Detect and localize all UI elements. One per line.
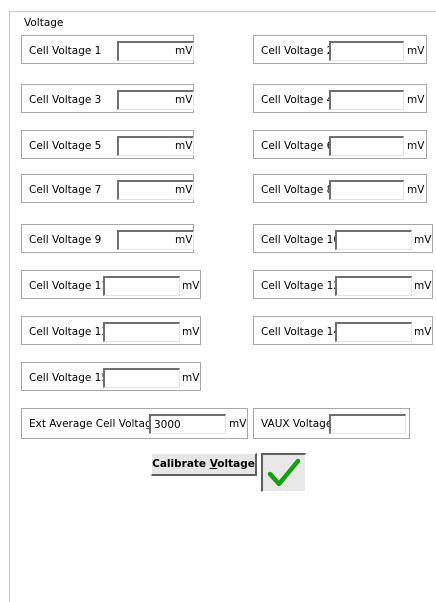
cell-voltage-13-input[interactable] bbox=[103, 322, 180, 342]
cell-voltage-6-input[interactable] bbox=[329, 136, 404, 156]
calibrate-label-after: oltage bbox=[217, 458, 255, 470]
cell-voltage-1-unit: mV bbox=[175, 45, 193, 57]
cell-voltage-7-label: Cell Voltage 7 bbox=[29, 184, 102, 196]
cell-voltage-10-input[interactable] bbox=[335, 230, 412, 250]
ext-average-cell-voltage-unit: mV bbox=[229, 418, 247, 430]
cell-voltage-11-unit: mV bbox=[182, 280, 200, 292]
cell-voltage-14-unit: mV bbox=[414, 326, 432, 338]
cell-voltage-6-field: Cell Voltage 6 mV bbox=[253, 130, 427, 159]
cell-voltage-3-unit: mV bbox=[175, 94, 193, 106]
cell-voltage-1-label: Cell Voltage 1 bbox=[29, 45, 102, 57]
calibrate-label-before: Calibrate bbox=[152, 458, 210, 470]
cell-voltage-14-input[interactable] bbox=[335, 322, 412, 342]
cell-voltage-10-unit: mV bbox=[414, 234, 432, 246]
cell-voltage-8-field: Cell Voltage 8 mV bbox=[253, 174, 427, 203]
ext-average-cell-voltage-label: Ext Average Cell Voltage bbox=[29, 418, 159, 430]
cell-voltage-15-input[interactable] bbox=[103, 368, 180, 388]
cell-voltage-8-unit: mV bbox=[407, 184, 425, 196]
cell-voltage-8-input[interactable] bbox=[329, 180, 404, 200]
cell-voltage-5-label: Cell Voltage 5 bbox=[29, 140, 102, 152]
cell-voltage-12-field: Cell Voltage 12 mV bbox=[253, 270, 433, 299]
cell-voltage-9-unit: mV bbox=[175, 234, 193, 246]
vaux-voltage-input[interactable] bbox=[329, 414, 406, 434]
cell-voltage-11-field: Cell Voltage 11 mV bbox=[21, 270, 201, 299]
cell-voltage-3-label: Cell Voltage 3 bbox=[29, 94, 102, 106]
cell-voltage-2-field: Cell Voltage 2 mV bbox=[253, 35, 427, 64]
cell-voltage-7-unit: mV bbox=[175, 184, 193, 196]
cell-voltage-2-unit: mV bbox=[407, 45, 425, 57]
vaux-voltage-label: VAUX Voltage bbox=[261, 418, 333, 430]
calibrate-voltage-button[interactable]: Calibrate Voltage bbox=[151, 453, 257, 476]
cell-voltage-4-label: Cell Voltage 4 bbox=[261, 94, 334, 106]
cell-voltage-9-label: Cell Voltage 9 bbox=[29, 234, 102, 246]
cell-voltage-5-field: Cell Voltage 5 mV bbox=[21, 130, 194, 159]
cell-voltage-12-unit: mV bbox=[414, 280, 432, 292]
calibration-status-indicator bbox=[261, 453, 306, 492]
cell-voltage-2-label: Cell Voltage 2 bbox=[261, 45, 334, 57]
ext-average-cell-voltage-field: Ext Average Cell Voltage 3000 mV bbox=[21, 408, 248, 439]
cell-voltage-4-unit: mV bbox=[407, 94, 425, 106]
cell-voltage-2-input[interactable] bbox=[329, 41, 404, 61]
cell-voltage-5-unit: mV bbox=[175, 140, 193, 152]
cell-voltage-13-field: Cell Voltage 13 mV bbox=[21, 316, 201, 345]
cell-voltage-15-unit: mV bbox=[182, 372, 200, 384]
cell-voltage-4-field: Cell Voltage 4 mV bbox=[253, 84, 427, 113]
cell-voltage-1-field: Cell Voltage 1 mV bbox=[21, 35, 194, 64]
ext-average-cell-voltage-input[interactable]: 3000 bbox=[149, 414, 226, 434]
cell-voltage-11-input[interactable] bbox=[103, 276, 180, 296]
cell-voltage-7-field: Cell Voltage 7 mV bbox=[21, 174, 194, 203]
cell-voltage-6-unit: mV bbox=[407, 140, 425, 152]
cell-voltage-10-field: Cell Voltage 10 mV bbox=[253, 224, 433, 253]
cell-voltage-9-field: Cell Voltage 9 mV bbox=[21, 224, 194, 253]
cell-voltage-6-label: Cell Voltage 6 bbox=[261, 140, 334, 152]
cell-voltage-13-label: Cell Voltage 13 bbox=[29, 326, 109, 338]
cell-voltage-3-field: Cell Voltage 3 mV bbox=[21, 84, 194, 113]
green-checkmark-icon bbox=[267, 458, 301, 487]
cell-voltage-12-label: Cell Voltage 12 bbox=[261, 280, 341, 292]
cell-voltage-4-input[interactable] bbox=[329, 90, 404, 110]
cell-voltage-10-label: Cell Voltage 10 bbox=[261, 234, 341, 246]
cell-voltage-15-label: Cell Voltage 15 bbox=[29, 372, 109, 384]
cell-voltage-14-label: Cell Voltage 14 bbox=[261, 326, 341, 338]
cell-voltage-12-input[interactable] bbox=[335, 276, 412, 296]
vaux-voltage-field: VAUX Voltage bbox=[253, 408, 410, 439]
cell-voltage-14-field: Cell Voltage 14 mV bbox=[253, 316, 433, 345]
cell-voltage-13-unit: mV bbox=[182, 326, 200, 338]
cell-voltage-8-label: Cell Voltage 8 bbox=[261, 184, 334, 196]
voltage-group-title: Voltage bbox=[22, 16, 66, 30]
cell-voltage-11-label: Cell Voltage 11 bbox=[29, 280, 109, 292]
cell-voltage-15-field: Cell Voltage 15 mV bbox=[21, 362, 201, 391]
